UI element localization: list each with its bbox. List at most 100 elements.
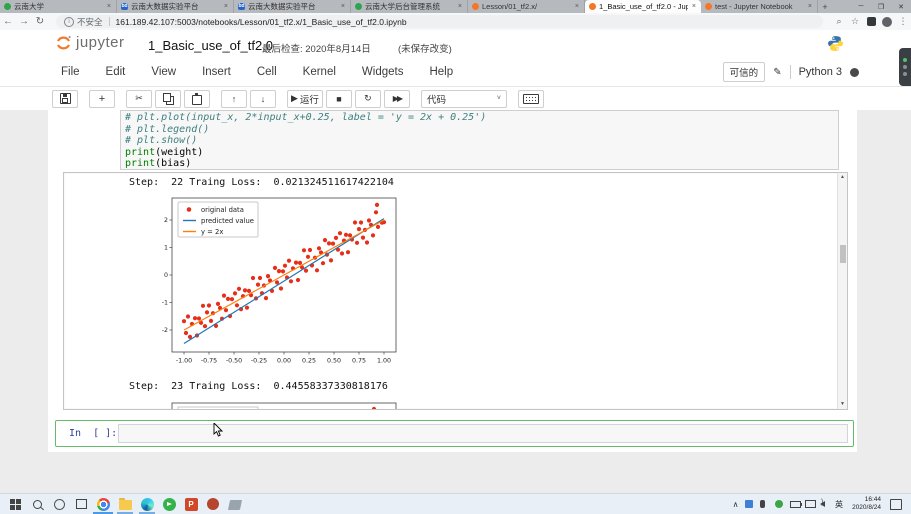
empty-cell-input[interactable]: [118, 424, 848, 443]
tray-green-app-icon[interactable]: [775, 500, 786, 508]
close-window-icon[interactable]: ✕: [891, 0, 911, 13]
tray-volume-icon[interactable]: [820, 501, 831, 507]
interrupt-kernel-button[interactable]: ■: [326, 90, 352, 108]
action-center-icon[interactable]: [885, 494, 907, 514]
scatter-figure-step22: -1.00-0.75-0.50-0.250.000.250.500.751.00…: [156, 194, 401, 372]
svg-text:0.25: 0.25: [302, 358, 316, 365]
jupyter-logo[interactable]: jupyter: [55, 34, 125, 51]
tab-close-icon[interactable]: ×: [106, 3, 112, 10]
taskbar-app-edge[interactable]: [136, 494, 158, 514]
notebook-page: # plt.plot(input_x, 2*input_x+0.25, labe…: [0, 110, 911, 493]
menu-widgets[interactable]: Widgets: [349, 66, 417, 78]
code-line: # plt.plot(input_x, 2*input_x+0.25, labe…: [125, 112, 834, 124]
notebook-toolbar: + ✂ ↑↓ ▶运行■↻▶▶ 代码˅: [0, 87, 911, 110]
output-scrollbar[interactable]: ▲ ▼: [837, 173, 847, 409]
taskbar-app-app-gray[interactable]: [224, 494, 246, 514]
tab-close-icon[interactable]: ×: [457, 3, 463, 10]
zoom-icon[interactable]: ⌕: [831, 16, 847, 27]
menu-insert[interactable]: Insert: [189, 66, 244, 78]
browser-tab[interactable]: bd云南大数据实验平台×: [117, 0, 234, 13]
minimize-window-icon[interactable]: ─: [851, 0, 871, 13]
scroll-thumb[interactable]: [840, 245, 846, 263]
task-view-icon[interactable]: [70, 494, 92, 514]
taskbar-app-sunflower[interactable]: [158, 494, 180, 514]
output-scroll-area[interactable]: Step: 22 Traing Loss: 0.0213245116174221…: [63, 172, 848, 410]
taskbar-app-powerpoint[interactable]: P: [180, 494, 202, 514]
start-button[interactable]: [4, 494, 26, 514]
scroll-up-arrow[interactable]: ▲: [838, 173, 847, 182]
menu-dots-icon[interactable]: ⋮: [895, 16, 911, 27]
clock-date: 2020/8/24: [847, 504, 881, 512]
code-line: print(bias): [125, 158, 834, 170]
taskbar-app-file-explorer[interactable]: [114, 494, 136, 514]
taskbar-clock[interactable]: 16:44 2020/8/24: [847, 496, 881, 512]
notebook-title[interactable]: 1_Basic_use_of_tf2.0: [148, 38, 273, 53]
menu-kernel[interactable]: Kernel: [290, 66, 349, 78]
menu-help[interactable]: Help: [416, 66, 466, 78]
run-label: 运行: [300, 92, 319, 106]
menu-file[interactable]: File: [48, 66, 93, 78]
move-cell-down-button[interactable]: ↓: [250, 90, 276, 108]
browser-tab[interactable]: Lesson/01_tf2.x/×: [468, 0, 585, 13]
save-button[interactable]: [52, 90, 78, 108]
tab-close-icon[interactable]: ×: [340, 3, 346, 10]
keyboard-shortcuts-button[interactable]: [518, 90, 544, 108]
tab-close-icon[interactable]: ×: [574, 3, 580, 10]
code-cell-input[interactable]: # plt.plot(input_x, 2*input_x+0.25, labe…: [120, 110, 839, 170]
profile-avatar[interactable]: [879, 17, 895, 27]
restart-kernel-button[interactable]: ↻: [355, 90, 381, 108]
cell-type-select[interactable]: 代码˅: [421, 90, 507, 108]
address-omnibox[interactable]: i 不安全 161.189.42.107:5003/notebooks/Less…: [56, 15, 823, 28]
cut-cells-button[interactable]: ✂: [126, 90, 152, 108]
tray-display-icon[interactable]: [805, 500, 816, 508]
scatter-figure-step23-partial: original data: [156, 402, 401, 410]
trusted-button[interactable]: 可信的: [723, 62, 766, 82]
ime-indicator[interactable]: 英: [835, 499, 843, 510]
tab-close-icon[interactable]: ×: [223, 3, 229, 10]
menu-cell[interactable]: Cell: [244, 66, 290, 78]
floating-side-widget[interactable]: [899, 48, 911, 86]
taskbar-app-app-red[interactable]: [202, 494, 224, 514]
restart-run-all-button[interactable]: ▶▶: [384, 90, 410, 108]
paste-cells-button[interactable]: [184, 90, 210, 108]
taskbar-app-chrome[interactable]: [92, 494, 114, 514]
tab-close-icon[interactable]: ×: [691, 3, 697, 10]
back-icon[interactable]: ←: [0, 16, 16, 27]
empty-code-cell[interactable]: In [ ]:: [55, 420, 854, 447]
svg-text:-1.00: -1.00: [176, 358, 192, 365]
tray-battery-icon[interactable]: [790, 501, 801, 508]
menu-edit[interactable]: Edit: [93, 66, 139, 78]
new-tab-button[interactable]: +: [818, 0, 832, 13]
extension-icon[interactable]: [863, 17, 879, 26]
copy-cells-button[interactable]: [155, 90, 181, 108]
tray-chevron-up-icon[interactable]: ∧: [730, 500, 741, 509]
url-text: 161.189.42.107:5003/notebooks/Lesson/01_…: [116, 17, 407, 27]
taskbar-search-icon[interactable]: [26, 494, 48, 514]
paste-icon: [192, 95, 202, 105]
browser-tab[interactable]: test - Jupyter Notebook×: [701, 0, 818, 13]
scroll-down-arrow[interactable]: ▼: [838, 400, 847, 409]
browser-tab-active[interactable]: 1_Basic_use_of_tf2.0 - Jupyter×: [585, 0, 701, 13]
keyboard-icon: [523, 94, 539, 104]
menu-view[interactable]: View: [138, 66, 189, 78]
tray-mic-icon[interactable]: [760, 500, 771, 508]
move-cell-up-button[interactable]: ↑: [221, 90, 247, 108]
forward-icon[interactable]: →: [16, 16, 32, 27]
browser-tab[interactable]: bd云南大数据实验平台×: [234, 0, 351, 13]
run-button[interactable]: ▶运行: [287, 90, 323, 108]
maximize-window-icon[interactable]: ❐: [871, 0, 891, 13]
cortana-icon[interactable]: [48, 494, 70, 514]
green-globe-favicon: [4, 3, 11, 10]
system-tray: ∧ 英 16:44 2020/8/24: [730, 494, 907, 514]
info-icon: i: [64, 17, 74, 27]
security-indicator[interactable]: i 不安全: [64, 16, 103, 28]
reload-icon[interactable]: ↻: [32, 16, 48, 27]
bookmark-star-icon[interactable]: ☆: [847, 16, 863, 27]
svg-text:-0.50: -0.50: [226, 358, 242, 365]
browser-tab[interactable]: 云南大学后台管理系统×: [351, 0, 468, 13]
tab-close-icon[interactable]: ×: [807, 3, 813, 10]
insert-cell-below-button[interactable]: +: [89, 90, 115, 108]
tray-blue-app-icon[interactable]: [745, 500, 756, 508]
tab-title: 云南大数据实验平台: [248, 1, 337, 12]
browser-tab[interactable]: 云南大学×: [0, 0, 117, 13]
